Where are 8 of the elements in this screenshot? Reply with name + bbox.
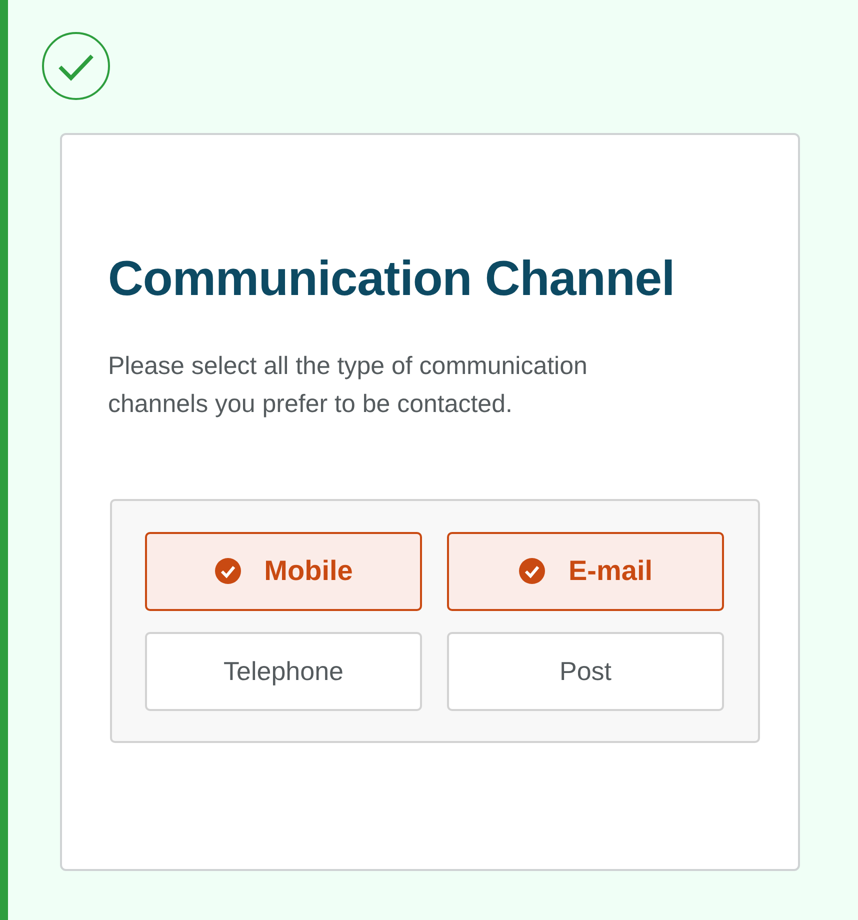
- card-title: Communication Channel: [108, 253, 676, 307]
- option-button[interactable]: Post: [447, 632, 724, 711]
- option-button[interactable]: Mobile: [145, 532, 422, 611]
- check-icon: [518, 557, 546, 586]
- option-button[interactable]: E-mail: [447, 532, 724, 611]
- check-icon: [214, 557, 242, 586]
- option-button[interactable]: Telephone: [145, 632, 422, 711]
- card-description: Please select all the type of communication channels you prefer to be contacted.: [108, 350, 588, 420]
